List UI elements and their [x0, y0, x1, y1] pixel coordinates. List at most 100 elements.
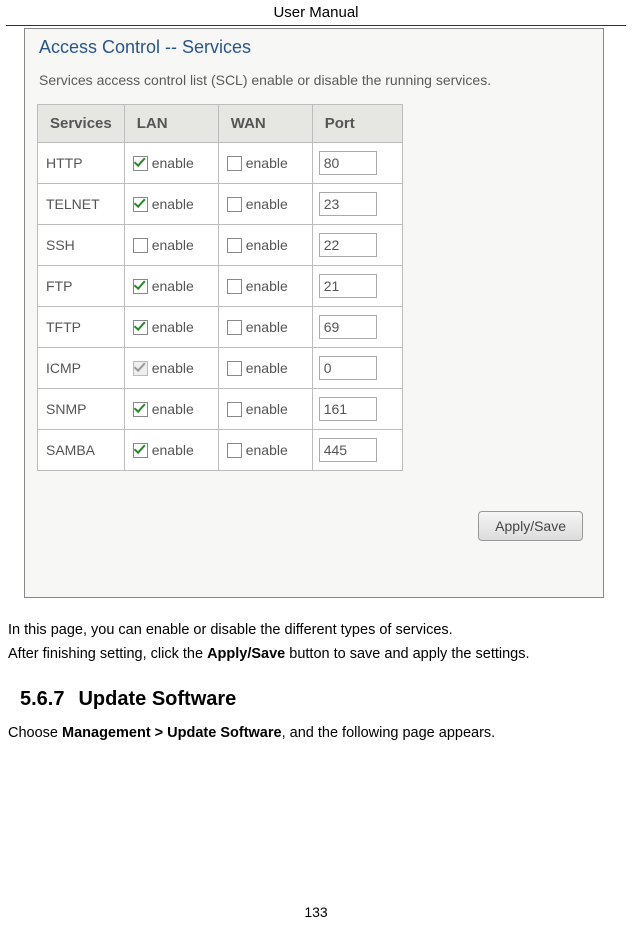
enable-label: enable [246, 401, 288, 417]
port-cell [312, 266, 402, 307]
header-lan: LAN [124, 105, 218, 143]
table-row: SAMBA enable enable [38, 430, 403, 471]
lan-enable-checkbox[interactable] [133, 197, 148, 212]
port-input[interactable] [319, 315, 377, 339]
service-name: SAMBA [38, 430, 125, 471]
service-name: SSH [38, 225, 125, 266]
table-row: TFTP enable enable [38, 307, 403, 348]
table-row: SNMP enable enable [38, 389, 403, 430]
wan-enable-checkbox[interactable] [227, 320, 242, 335]
port-cell [312, 348, 402, 389]
enable-label: enable [152, 155, 194, 171]
enable-label: enable [246, 237, 288, 253]
service-name: SNMP [38, 389, 125, 430]
screen-description: Services access control list (SCL) enabl… [35, 72, 593, 104]
lan-enable-checkbox [133, 361, 148, 376]
section-heading: 5.6.7 Update Software [20, 688, 624, 711]
enable-label: enable [246, 278, 288, 294]
port-input[interactable] [319, 438, 377, 462]
page-header-title: User Manual [273, 4, 358, 21]
wan-enable-checkbox[interactable] [227, 402, 242, 417]
header-wan: WAN [218, 105, 312, 143]
table-row: SSH enable enable [38, 225, 403, 266]
lan-enable-checkbox[interactable] [133, 279, 148, 294]
lan-cell: enable [124, 266, 218, 307]
lan-cell: enable [124, 225, 218, 266]
enable-label: enable [152, 442, 194, 458]
table-row: ICMP enable enable [38, 348, 403, 389]
port-input[interactable] [319, 397, 377, 421]
lan-cell: enable [124, 389, 218, 430]
wan-enable-checkbox[interactable] [227, 197, 242, 212]
port-cell [312, 184, 402, 225]
apply-save-button[interactable]: Apply/Save [478, 511, 583, 541]
wan-cell: enable [218, 430, 312, 471]
section-title: Update Software [78, 688, 236, 710]
lan-enable-checkbox[interactable] [133, 238, 148, 253]
lan-cell: enable [124, 307, 218, 348]
lan-enable-checkbox[interactable] [133, 320, 148, 335]
enable-label: enable [246, 360, 288, 376]
services-table: Services LAN WAN Port HTTPenableenableTE… [37, 104, 403, 471]
port-cell [312, 143, 402, 184]
enable-label: enable [152, 196, 194, 212]
apply-bar: Apply/Save [35, 471, 593, 541]
enable-label: enable [246, 155, 288, 171]
wan-cell: enable [218, 143, 312, 184]
port-input[interactable] [319, 151, 377, 175]
port-input[interactable] [319, 356, 377, 380]
lan-enable-checkbox[interactable] [133, 402, 148, 417]
screen-title: Access Control -- Services [35, 35, 593, 72]
wan-cell: enable [218, 225, 312, 266]
wan-enable-checkbox[interactable] [227, 361, 242, 376]
port-cell [312, 389, 402, 430]
wan-enable-checkbox[interactable] [227, 279, 242, 294]
port-cell [312, 307, 402, 348]
lan-enable-checkbox[interactable] [133, 156, 148, 171]
body-text: In this page, you can enable or disable … [8, 620, 624, 666]
page-number: 133 [0, 904, 632, 920]
service-name: ICMP [38, 348, 125, 389]
wan-cell: enable [218, 348, 312, 389]
lan-cell: enable [124, 348, 218, 389]
wan-enable-checkbox[interactable] [227, 156, 242, 171]
header-port: Port [312, 105, 402, 143]
enable-label: enable [152, 237, 194, 253]
section-body: Choose Management > Update Software, and… [8, 723, 624, 745]
enable-label: enable [152, 401, 194, 417]
table-row: HTTP enable enable [38, 143, 403, 184]
enable-label: enable [152, 278, 194, 294]
section-number: 5.6.7 [20, 688, 64, 710]
body-para1: In this page, you can enable or disable … [8, 620, 624, 642]
port-cell [312, 430, 402, 471]
wan-cell: enable [218, 389, 312, 430]
enable-label: enable [246, 442, 288, 458]
body-para2: After finishing setting, click the Apply… [8, 644, 624, 666]
lan-cell: enable [124, 184, 218, 225]
service-name: TELNET [38, 184, 125, 225]
table-row: TELNET enable enable [38, 184, 403, 225]
wan-enable-checkbox[interactable] [227, 238, 242, 253]
port-cell [312, 225, 402, 266]
wan-cell: enable [218, 307, 312, 348]
service-name: TFTP [38, 307, 125, 348]
wan-cell: enable [218, 266, 312, 307]
header-services: Services [38, 105, 125, 143]
lan-enable-checkbox[interactable] [133, 443, 148, 458]
port-input[interactable] [319, 274, 377, 298]
table-row: FTP enable enable [38, 266, 403, 307]
enable-label: enable [152, 319, 194, 335]
wan-cell: enable [218, 184, 312, 225]
service-name: FTP [38, 266, 125, 307]
port-input[interactable] [319, 192, 377, 216]
table-header-row: Services LAN WAN Port [38, 105, 403, 143]
port-input[interactable] [319, 233, 377, 257]
wan-enable-checkbox[interactable] [227, 443, 242, 458]
page-header: User Manual [6, 0, 626, 26]
enable-label: enable [246, 196, 288, 212]
lan-cell: enable [124, 430, 218, 471]
lan-cell: enable [124, 143, 218, 184]
router-screenshot: Access Control -- Services Services acce… [24, 28, 604, 598]
service-name: HTTP [38, 143, 125, 184]
enable-label: enable [152, 360, 194, 376]
